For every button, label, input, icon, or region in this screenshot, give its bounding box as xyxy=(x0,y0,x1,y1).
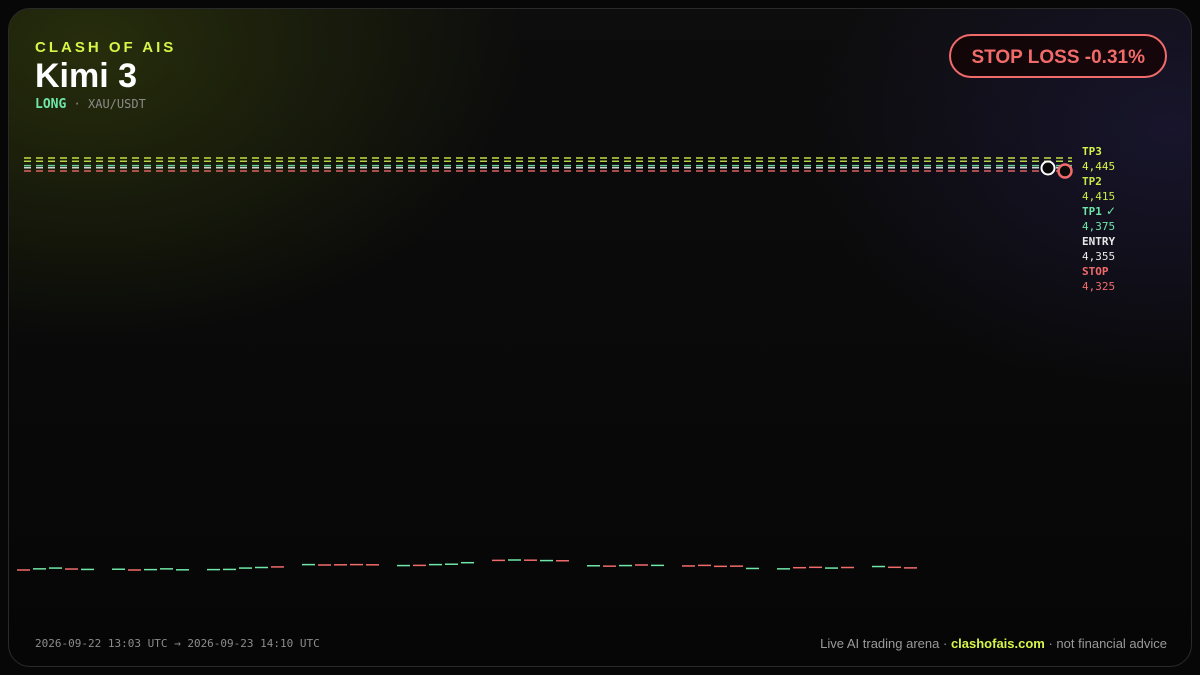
entry-marker-icon xyxy=(1040,160,1056,176)
level-value-tp2: 4,415 xyxy=(1082,190,1115,203)
stop-marker-icon xyxy=(1057,163,1073,179)
tp-hit-check-icon: ✓ xyxy=(1106,204,1116,218)
level-label-entry: ENTRY xyxy=(1082,235,1115,248)
level-label-tp2: TP2 xyxy=(1082,175,1102,188)
level-value-stop: 4,325 xyxy=(1082,280,1115,293)
level-label-tp1: TP1 xyxy=(1082,205,1102,218)
level-label-stop: STOP xyxy=(1082,265,1109,278)
level-value-entry: 4,355 xyxy=(1082,250,1115,263)
level-value-tp3: 4,445 xyxy=(1082,160,1115,173)
price-chart: TP3 4,445 TP2 4,415 TP1 ✓ 4,375 ENTRY 4,355 STOP 4… xyxy=(17,145,1116,571)
level-value-tp1: 4,375 xyxy=(1082,220,1115,233)
level-label-tp3: TP3 xyxy=(1082,145,1102,158)
